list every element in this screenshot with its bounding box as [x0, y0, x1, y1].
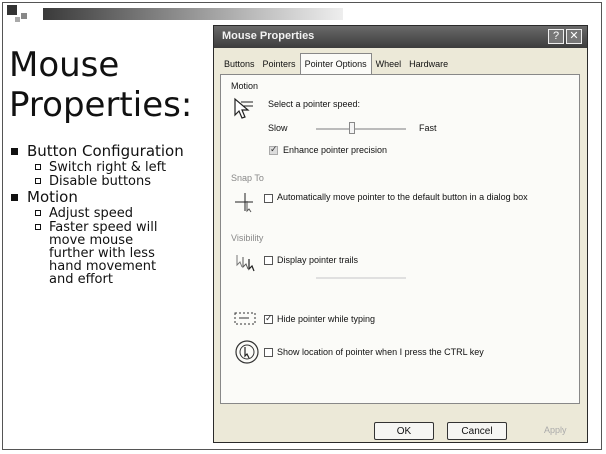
sub-bullet: Disable buttons	[35, 175, 209, 188]
slide: Mouse Properties: Button Configuration S…	[2, 2, 602, 450]
trail-length-slider	[316, 277, 406, 279]
tab-pointers[interactable]: Pointers	[259, 56, 300, 74]
speed-slow-label: Slow	[268, 123, 288, 133]
bullet: Button Configuration	[9, 143, 209, 159]
tab-wheel[interactable]: Wheel	[372, 56, 406, 74]
cancel-button[interactable]: Cancel	[447, 422, 507, 440]
speed-fast-label: Fast	[419, 123, 437, 133]
tab-hardware[interactable]: Hardware	[405, 56, 452, 74]
pointer-speed-slider[interactable]	[316, 122, 406, 134]
pointer-speed-prompt: Select a pointer speed:	[268, 99, 361, 109]
slider-thumb[interactable]	[349, 122, 355, 134]
snap-to-label: Automatically move pointer to the defaul…	[277, 192, 528, 202]
sub-bullet-marker	[35, 164, 41, 170]
bullet-text: Motion	[27, 188, 78, 206]
snap-to-checkbox[interactable]	[264, 194, 273, 203]
pointer-trails-icon	[236, 255, 255, 272]
hide-pointer-icon	[234, 312, 256, 325]
sub-bullet: Faster speed will move mouse further wit…	[35, 221, 175, 286]
hide-pointer-label: Hide pointer while typing	[277, 314, 376, 324]
bullet: Motion	[9, 189, 209, 205]
help-button[interactable]: ?	[548, 29, 564, 44]
apply-button[interactable]: Apply	[544, 425, 567, 435]
sub-bullet-marker	[35, 210, 41, 216]
tab-buttons[interactable]: Buttons	[220, 56, 259, 74]
snap-to-icon	[235, 193, 253, 213]
sub-bullet-text: Adjust speed	[49, 206, 134, 221]
sub-bullet-text: Switch right & left	[49, 160, 167, 175]
sub-bullet: Switch right & left	[35, 161, 209, 174]
slide-header-bar	[3, 3, 601, 25]
bullet-marker	[11, 194, 18, 201]
visibility-group-label: Visibility	[231, 233, 264, 243]
header-gradient	[43, 8, 343, 20]
decor-square	[21, 13, 27, 19]
sub-bullet-marker	[35, 178, 41, 184]
hide-pointer-checkbox[interactable]	[264, 313, 273, 324]
enhance-precision-checkbox[interactable]	[269, 144, 278, 155]
slide-title-line1: Mouse	[9, 45, 120, 85]
dialog-tabs: Buttons Pointers Pointer Options Wheel H…	[220, 53, 452, 76]
pointer-trails-label: Display pointer trails	[277, 255, 359, 265]
dialog-titlebar[interactable]: Mouse Properties ? ✕	[214, 26, 587, 48]
pointer-trails-checkbox[interactable]	[264, 256, 273, 265]
snap-group-label: Snap To	[231, 173, 264, 183]
close-button[interactable]: ✕	[566, 29, 582, 44]
motion-group-label: Motion	[231, 81, 259, 91]
pointer-options-panel: Motion Select a pointer speed: Slow Fast…	[220, 74, 580, 404]
locate-pointer-icon	[235, 340, 259, 364]
pointer-speed-icon	[234, 97, 253, 119]
mouse-properties-dialog: Mouse Properties ? ✕ Buttons Pointers Po…	[213, 25, 588, 443]
sub-bullet-marker	[35, 224, 41, 230]
bullet-marker	[11, 148, 18, 155]
slide-title: Mouse Properties:	[9, 45, 192, 125]
sub-bullet-text: Faster speed will move mouse further wit…	[49, 220, 158, 287]
show-location-label: Show location of pointer when I press th…	[277, 347, 484, 357]
show-location-checkbox[interactable]	[264, 348, 273, 357]
bullet-text: Button Configuration	[27, 142, 184, 160]
slide-title-line2: Properties:	[9, 85, 193, 125]
decor-square	[15, 17, 20, 22]
tab-pointer-options[interactable]: Pointer Options	[299, 53, 372, 76]
decor-square	[7, 5, 17, 15]
dialog-title: Mouse Properties	[222, 30, 315, 42]
enhance-precision-label: Enhance pointer precision	[283, 145, 388, 155]
sub-bullet: Adjust speed	[35, 207, 209, 220]
slide-bullets: Button Configuration Switch right & left…	[9, 143, 209, 287]
sub-bullet-text: Disable buttons	[49, 174, 152, 189]
ok-button[interactable]: OK	[374, 422, 434, 440]
